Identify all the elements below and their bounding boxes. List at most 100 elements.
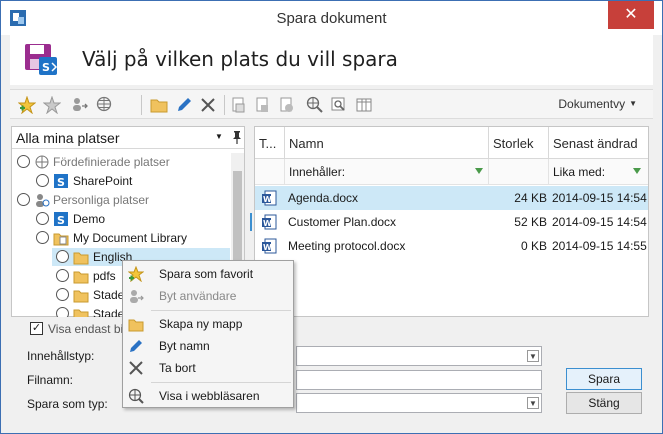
table-row[interactable]: W Agenda.docx 24 KB 2014-09-15 14:54	[255, 186, 648, 210]
menu-item-new-folder[interactable]: Skapa ny mapp	[123, 313, 293, 335]
content-type-select[interactable]: ▼	[296, 346, 542, 366]
delete-x-icon[interactable]	[199, 96, 217, 114]
svg-text:W: W	[263, 243, 272, 252]
header-banner: S Välj på vilken plats du vill spara	[10, 35, 653, 85]
cell-name: Customer Plan.docx	[288, 215, 397, 229]
menu-item-label: Byt användare	[159, 289, 237, 303]
switch-user-icon[interactable]	[71, 96, 89, 114]
svg-text:S: S	[42, 61, 50, 74]
location-dropdown-label: Alla mina platser	[16, 130, 120, 146]
favorites-icon[interactable]	[43, 96, 61, 114]
collapse-toggle-icon[interactable]	[17, 193, 30, 206]
menu-item-label: Visa i webbläsaren	[159, 389, 260, 403]
collapse-toggle-icon[interactable]	[17, 155, 30, 168]
close-button[interactable]: Stäng	[566, 392, 642, 414]
tree-node-predefined[interactable]: Fördefinierade platser	[12, 153, 230, 171]
grid-header: T... Namn Storlek Senast ändrad	[255, 127, 648, 159]
chevron-down-icon[interactable]: ▼	[527, 350, 539, 362]
tree-node-personal[interactable]: Personliga platser	[12, 191, 230, 209]
menu-item-rename[interactable]: Byt namn	[123, 335, 293, 357]
filter-row: Innehåller: Lika med:	[255, 159, 648, 185]
close-window-button[interactable]: ✕	[608, 1, 654, 29]
folder-icon	[73, 290, 89, 303]
menu-item-delete[interactable]: Ta bort	[123, 357, 293, 379]
save-as-type-label: Spara som typ:	[27, 397, 108, 411]
column-header-type[interactable]: T...	[255, 127, 285, 159]
expand-toggle-icon[interactable]	[56, 307, 69, 317]
menu-separator	[151, 310, 291, 311]
copy-doc-icon[interactable]	[230, 96, 248, 114]
save-button[interactable]: Spara	[566, 368, 642, 390]
new-folder-icon[interactable]	[150, 96, 168, 114]
filename-label: Filnamn:	[27, 373, 74, 387]
filter-cell-type	[255, 159, 285, 185]
expand-toggle-icon[interactable]	[56, 269, 69, 282]
filter-cell-modified[interactable]: Lika med:	[549, 159, 648, 185]
chevron-down-icon: ▼	[629, 99, 637, 108]
column-header-name[interactable]: Namn	[285, 127, 489, 159]
columns-icon[interactable]	[355, 96, 373, 114]
tree-node-label: Personliga platser	[53, 193, 150, 207]
tree-node-label: Demo	[73, 212, 106, 226]
show-only-checkbox[interactable]: ✓	[30, 322, 43, 335]
toolbar: Dokumentvy ▼	[10, 89, 653, 119]
show-only-label: Visa endast bil	[48, 322, 126, 336]
title-bar: Spara dokument ✕	[1, 1, 662, 35]
collapse-toggle-icon[interactable]	[36, 231, 49, 244]
cell-size: 52 KB	[514, 215, 547, 229]
tree-node-label: My Document Library	[73, 231, 188, 245]
web-view-icon[interactable]	[306, 96, 324, 114]
add-favorite-icon[interactable]	[18, 96, 36, 114]
column-header-size[interactable]: Storlek	[489, 127, 549, 159]
tree-node-label: Fördefinierade platser	[53, 155, 170, 169]
browser-globe-icon	[128, 388, 144, 404]
save-sharepoint-icon: S	[25, 44, 58, 75]
filter-funnel-icon[interactable]	[475, 168, 483, 174]
switch-user-icon	[130, 290, 144, 303]
toolbar-separator	[224, 95, 225, 115]
menu-item-switch-user[interactable]: Byt användare	[123, 285, 293, 307]
cell-modified: 2014-09-15 14:55	[552, 239, 647, 253]
menu-item-save-favorite[interactable]: Spara som favorit	[123, 263, 293, 285]
table-row[interactable]: W Meeting protocol.docx 0 KB 2014-09-15 …	[255, 234, 648, 258]
search-icon[interactable]	[330, 96, 348, 114]
column-header-modified[interactable]: Senast ändrad	[549, 127, 648, 159]
word-document-icon: W	[262, 190, 277, 206]
pin-icon[interactable]	[231, 130, 243, 144]
filename-input[interactable]	[296, 370, 542, 390]
filter-cell-size[interactable]	[489, 159, 549, 185]
cell-size: 0 KB	[520, 239, 547, 253]
window-title: Spara dokument	[276, 10, 387, 27]
rename-pencil-icon[interactable]	[175, 96, 193, 114]
star-add-icon	[128, 266, 144, 282]
document-grid: T... Namn Storlek Senast ändrad Innehåll…	[250, 126, 649, 317]
tree-node-my-document-library[interactable]: My Document Library	[12, 229, 230, 247]
sharepoint-icon: S	[54, 174, 68, 189]
document-view-dropdown[interactable]: Dokumentvy ▼	[558, 97, 637, 111]
tree-node-label: pdfs	[93, 269, 116, 283]
table-row[interactable]: W Customer Plan.docx 52 KB 2014-09-15 14…	[250, 210, 648, 234]
tree-node-sharepoint[interactable]: S SharePoint	[12, 172, 230, 190]
svg-text:S: S	[57, 214, 65, 227]
filter-cell-name[interactable]: Innehåller:	[285, 159, 489, 185]
folder-icon	[73, 309, 89, 317]
expand-toggle-icon[interactable]	[36, 212, 49, 225]
chevron-down-icon[interactable]: ▼	[527, 397, 539, 409]
menu-item-view-in-browser[interactable]: Visa i webbläsaren	[123, 385, 293, 407]
filter-funnel-icon[interactable]	[633, 168, 641, 174]
expand-toggle-icon[interactable]	[56, 250, 69, 263]
menu-item-label: Spara som favorit	[159, 267, 254, 281]
tree-node-label: Stade	[93, 307, 125, 317]
checkout-doc-icon[interactable]	[278, 96, 296, 114]
svg-text:W: W	[263, 219, 272, 228]
checkin-doc-icon[interactable]	[254, 96, 272, 114]
web-globe-icon[interactable]	[96, 96, 114, 114]
expand-toggle-icon[interactable]	[56, 288, 69, 301]
expand-toggle-icon[interactable]	[36, 174, 49, 187]
menu-separator	[151, 382, 291, 383]
document-view-label: Dokumentvy	[558, 97, 626, 111]
row-indicator	[250, 213, 252, 231]
tree-node-demo[interactable]: S Demo	[12, 210, 230, 228]
location-dropdown[interactable]: Alla mina platser ▼	[12, 127, 244, 149]
save-as-type-select[interactable]: ▼	[296, 393, 542, 413]
